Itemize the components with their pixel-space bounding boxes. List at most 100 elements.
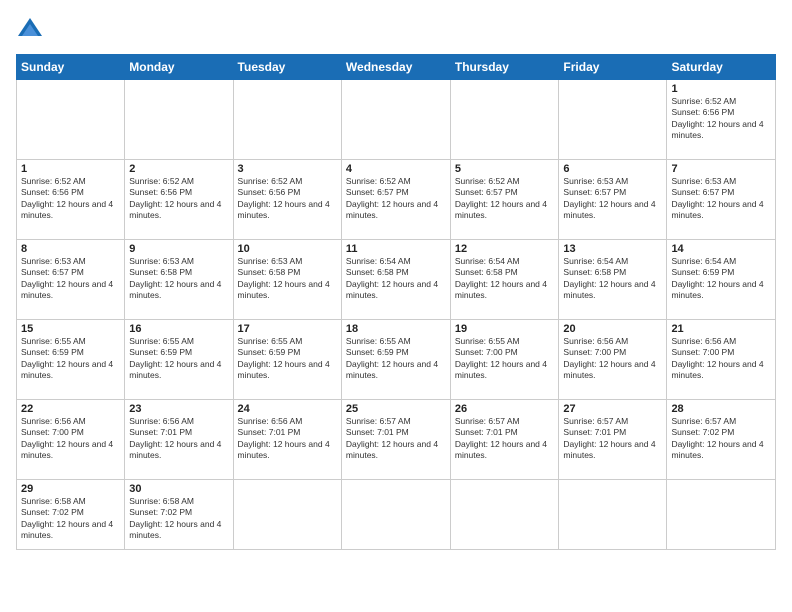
day-number: 24 xyxy=(238,403,337,415)
day-info: Sunrise: 6:55 AM Sunset: 6:59 PM Dayligh… xyxy=(346,336,446,382)
day-number: 3 xyxy=(238,163,337,175)
day-info: Sunrise: 6:57 AM Sunset: 7:01 PM Dayligh… xyxy=(563,416,662,462)
calendar-cell: 15 Sunrise: 6:55 AM Sunset: 6:59 PM Dayl… xyxy=(17,320,125,400)
calendar-cell xyxy=(341,80,450,160)
page: SundayMondayTuesdayWednesdayThursdayFrid… xyxy=(0,0,792,612)
calendar-cell xyxy=(233,480,341,550)
calendar-cell: 6 Sunrise: 6:53 AM Sunset: 6:57 PM Dayli… xyxy=(559,160,667,240)
calendar-cell: 20 Sunrise: 6:56 AM Sunset: 7:00 PM Dayl… xyxy=(559,320,667,400)
calendar-cell: 1 Sunrise: 6:52 AM Sunset: 6:56 PM Dayli… xyxy=(17,160,125,240)
day-number: 29 xyxy=(21,483,120,495)
calendar-week-row: 29 Sunrise: 6:58 AM Sunset: 7:02 PM Dayl… xyxy=(17,480,776,550)
day-info: Sunrise: 6:56 AM Sunset: 7:00 PM Dayligh… xyxy=(563,336,662,382)
calendar-cell: 23 Sunrise: 6:56 AM Sunset: 7:01 PM Dayl… xyxy=(125,400,233,480)
day-number: 7 xyxy=(671,163,771,175)
calendar-cell xyxy=(559,80,667,160)
day-info: Sunrise: 6:52 AM Sunset: 6:57 PM Dayligh… xyxy=(346,176,446,222)
calendar-cell: 9 Sunrise: 6:53 AM Sunset: 6:58 PM Dayli… xyxy=(125,240,233,320)
calendar-cell: 2 Sunrise: 6:52 AM Sunset: 6:56 PM Dayli… xyxy=(125,160,233,240)
calendar-cell xyxy=(233,80,341,160)
day-number: 15 xyxy=(21,323,120,335)
col-header-thursday: Thursday xyxy=(450,55,559,80)
day-number: 21 xyxy=(671,323,771,335)
day-info: Sunrise: 6:56 AM Sunset: 7:00 PM Dayligh… xyxy=(671,336,771,382)
calendar-cell: 24 Sunrise: 6:56 AM Sunset: 7:01 PM Dayl… xyxy=(233,400,341,480)
calendar-cell: 5 Sunrise: 6:52 AM Sunset: 6:57 PM Dayli… xyxy=(450,160,559,240)
day-number: 9 xyxy=(129,243,228,255)
col-header-monday: Monday xyxy=(125,55,233,80)
calendar-cell: 1 Sunrise: 6:52 AM Sunset: 6:56 PM Dayli… xyxy=(667,80,776,160)
calendar-cell: 11 Sunrise: 6:54 AM Sunset: 6:58 PM Dayl… xyxy=(341,240,450,320)
calendar-cell: 4 Sunrise: 6:52 AM Sunset: 6:57 PM Dayli… xyxy=(341,160,450,240)
day-info: Sunrise: 6:52 AM Sunset: 6:56 PM Dayligh… xyxy=(21,176,120,222)
day-number: 26 xyxy=(455,403,555,415)
day-number: 12 xyxy=(455,243,555,255)
calendar-cell: 25 Sunrise: 6:57 AM Sunset: 7:01 PM Dayl… xyxy=(341,400,450,480)
day-info: Sunrise: 6:53 AM Sunset: 6:58 PM Dayligh… xyxy=(238,256,337,302)
logo xyxy=(16,16,48,44)
col-header-wednesday: Wednesday xyxy=(341,55,450,80)
calendar-cell: 30 Sunrise: 6:58 AM Sunset: 7:02 PM Dayl… xyxy=(125,480,233,550)
calendar-header-row: SundayMondayTuesdayWednesdayThursdayFrid… xyxy=(17,55,776,80)
calendar-table: SundayMondayTuesdayWednesdayThursdayFrid… xyxy=(16,54,776,550)
calendar-cell xyxy=(667,480,776,550)
calendar-cell: 7 Sunrise: 6:53 AM Sunset: 6:57 PM Dayli… xyxy=(667,160,776,240)
calendar-cell: 18 Sunrise: 6:55 AM Sunset: 6:59 PM Dayl… xyxy=(341,320,450,400)
col-header-tuesday: Tuesday xyxy=(233,55,341,80)
calendar-cell: 29 Sunrise: 6:58 AM Sunset: 7:02 PM Dayl… xyxy=(17,480,125,550)
day-number: 4 xyxy=(346,163,446,175)
day-info: Sunrise: 6:55 AM Sunset: 7:00 PM Dayligh… xyxy=(455,336,555,382)
calendar-week-row: 1 Sunrise: 6:52 AM Sunset: 6:56 PM Dayli… xyxy=(17,80,776,160)
day-number: 25 xyxy=(346,403,446,415)
day-number: 30 xyxy=(129,483,228,495)
calendar-cell: 8 Sunrise: 6:53 AM Sunset: 6:57 PM Dayli… xyxy=(17,240,125,320)
day-number: 13 xyxy=(563,243,662,255)
calendar-cell: 27 Sunrise: 6:57 AM Sunset: 7:01 PM Dayl… xyxy=(559,400,667,480)
calendar-week-row: 22 Sunrise: 6:56 AM Sunset: 7:00 PM Dayl… xyxy=(17,400,776,480)
calendar-cell xyxy=(450,480,559,550)
day-info: Sunrise: 6:53 AM Sunset: 6:57 PM Dayligh… xyxy=(21,256,120,302)
day-info: Sunrise: 6:54 AM Sunset: 6:59 PM Dayligh… xyxy=(671,256,771,302)
day-info: Sunrise: 6:52 AM Sunset: 6:56 PM Dayligh… xyxy=(671,96,771,142)
calendar-cell: 19 Sunrise: 6:55 AM Sunset: 7:00 PM Dayl… xyxy=(450,320,559,400)
day-info: Sunrise: 6:56 AM Sunset: 7:01 PM Dayligh… xyxy=(238,416,337,462)
calendar-cell: 3 Sunrise: 6:52 AM Sunset: 6:56 PM Dayli… xyxy=(233,160,341,240)
day-number: 11 xyxy=(346,243,446,255)
calendar-cell xyxy=(17,80,125,160)
day-info: Sunrise: 6:58 AM Sunset: 7:02 PM Dayligh… xyxy=(21,496,120,542)
day-info: Sunrise: 6:57 AM Sunset: 7:01 PM Dayligh… xyxy=(455,416,555,462)
calendar-cell: 22 Sunrise: 6:56 AM Sunset: 7:00 PM Dayl… xyxy=(17,400,125,480)
day-number: 23 xyxy=(129,403,228,415)
col-header-saturday: Saturday xyxy=(667,55,776,80)
header xyxy=(16,16,776,44)
day-number: 18 xyxy=(346,323,446,335)
day-number: 16 xyxy=(129,323,228,335)
calendar-cell: 28 Sunrise: 6:57 AM Sunset: 7:02 PM Dayl… xyxy=(667,400,776,480)
day-info: Sunrise: 6:55 AM Sunset: 6:59 PM Dayligh… xyxy=(129,336,228,382)
day-info: Sunrise: 6:52 AM Sunset: 6:56 PM Dayligh… xyxy=(238,176,337,222)
day-info: Sunrise: 6:55 AM Sunset: 6:59 PM Dayligh… xyxy=(21,336,120,382)
day-info: Sunrise: 6:52 AM Sunset: 6:56 PM Dayligh… xyxy=(129,176,228,222)
calendar-cell: 12 Sunrise: 6:54 AM Sunset: 6:58 PM Dayl… xyxy=(450,240,559,320)
calendar-cell: 14 Sunrise: 6:54 AM Sunset: 6:59 PM Dayl… xyxy=(667,240,776,320)
day-number: 1 xyxy=(671,83,771,95)
calendar-cell: 10 Sunrise: 6:53 AM Sunset: 6:58 PM Dayl… xyxy=(233,240,341,320)
day-info: Sunrise: 6:57 AM Sunset: 7:01 PM Dayligh… xyxy=(346,416,446,462)
day-info: Sunrise: 6:53 AM Sunset: 6:57 PM Dayligh… xyxy=(563,176,662,222)
day-info: Sunrise: 6:54 AM Sunset: 6:58 PM Dayligh… xyxy=(346,256,446,302)
day-number: 19 xyxy=(455,323,555,335)
day-number: 2 xyxy=(129,163,228,175)
day-number: 6 xyxy=(563,163,662,175)
day-info: Sunrise: 6:57 AM Sunset: 7:02 PM Dayligh… xyxy=(671,416,771,462)
day-number: 20 xyxy=(563,323,662,335)
day-info: Sunrise: 6:58 AM Sunset: 7:02 PM Dayligh… xyxy=(129,496,228,542)
day-number: 14 xyxy=(671,243,771,255)
day-info: Sunrise: 6:54 AM Sunset: 6:58 PM Dayligh… xyxy=(455,256,555,302)
day-number: 1 xyxy=(21,163,120,175)
calendar-week-row: 1 Sunrise: 6:52 AM Sunset: 6:56 PM Dayli… xyxy=(17,160,776,240)
calendar-cell xyxy=(450,80,559,160)
day-number: 8 xyxy=(21,243,120,255)
day-number: 17 xyxy=(238,323,337,335)
day-info: Sunrise: 6:54 AM Sunset: 6:58 PM Dayligh… xyxy=(563,256,662,302)
calendar-cell: 26 Sunrise: 6:57 AM Sunset: 7:01 PM Dayl… xyxy=(450,400,559,480)
